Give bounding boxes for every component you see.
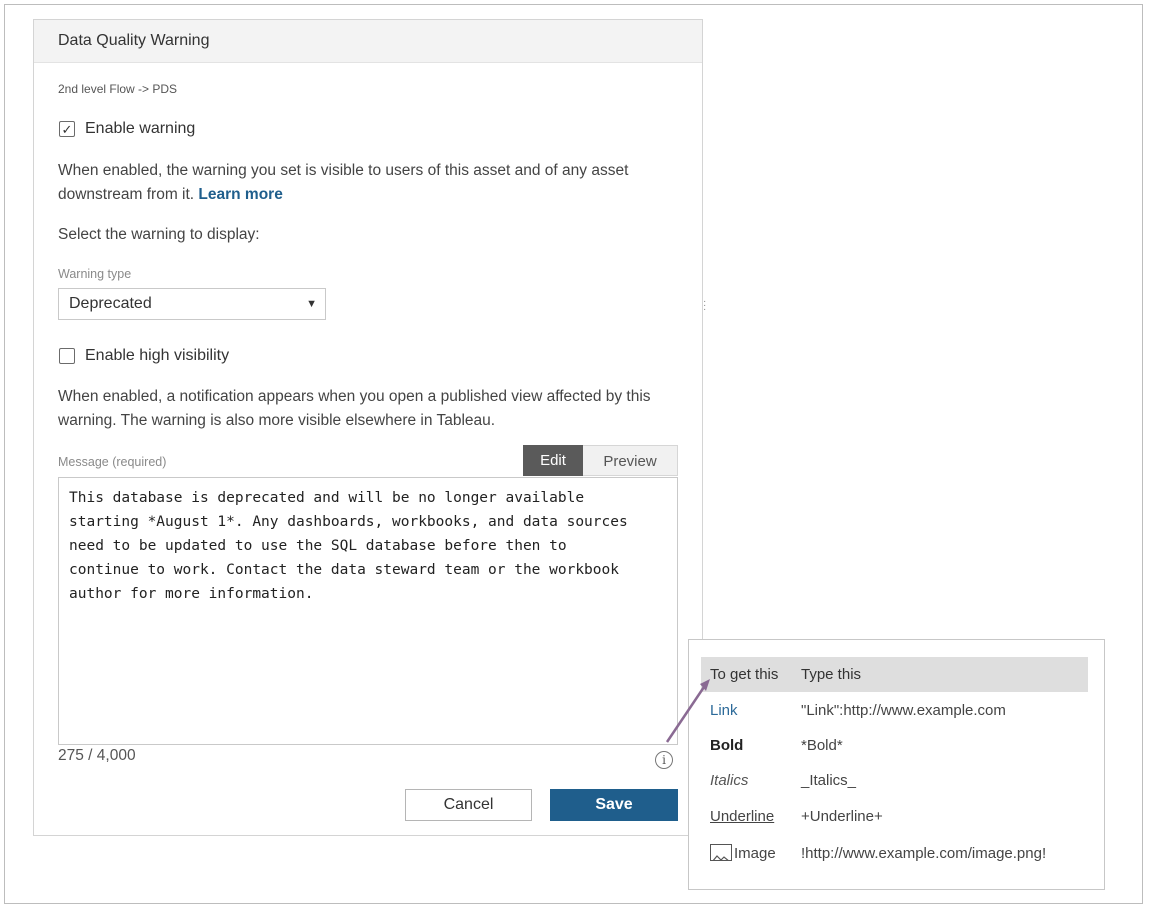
image-icon bbox=[710, 844, 732, 861]
breadcrumb: 2nd level Flow -> PDS bbox=[58, 82, 178, 96]
warning-type-label: Warning type bbox=[58, 267, 132, 281]
cancel-button[interactable]: Cancel bbox=[405, 789, 532, 821]
warning-type-select[interactable]: Deprecated ▼ bbox=[58, 288, 326, 320]
format-example-underline: Underline bbox=[710, 808, 775, 825]
header-to-get-this: To get this bbox=[710, 666, 779, 683]
format-row-bold: Bold *Bold* bbox=[701, 731, 1088, 761]
format-syntax-image: !http://www.example.com/image.png! bbox=[801, 845, 1047, 862]
format-row-link: Link "Link":http://www.example.com bbox=[701, 696, 1088, 726]
save-button[interactable]: Save bbox=[550, 789, 678, 821]
header-type-this: Type this bbox=[801, 666, 862, 683]
format-syntax-italics: _Italics_ bbox=[801, 772, 857, 789]
warning-description-text: When enabled, the warning you set is vis… bbox=[58, 162, 629, 203]
enable-warning-label[interactable]: Enable warning bbox=[85, 120, 195, 138]
checkmark-icon: ✓ bbox=[61, 121, 73, 137]
message-label: Message (required) bbox=[58, 455, 167, 469]
dialog-title: Data Quality Warning bbox=[34, 20, 702, 63]
data-quality-warning-dialog: Data Quality Warning 2nd level Flow -> P… bbox=[33, 19, 703, 836]
format-row-italics: Italics _Italics_ bbox=[701, 766, 1088, 796]
message-textarea[interactable]: This database is deprecated and will be … bbox=[58, 477, 678, 745]
high-visibility-label[interactable]: Enable high visibility bbox=[85, 347, 229, 365]
format-syntax-bold: *Bold* bbox=[801, 737, 843, 754]
format-example-bold: Bold bbox=[710, 737, 744, 754]
resize-handle-icon[interactable]: · · · bbox=[703, 297, 706, 315]
tab-preview[interactable]: Preview bbox=[583, 445, 678, 476]
select-warning-prompt: Select the warning to display: bbox=[58, 226, 260, 243]
warning-description: When enabled, the warning you set is vis… bbox=[58, 159, 678, 207]
format-row-underline: Underline +Underline+ bbox=[701, 802, 1088, 832]
high-visibility-checkbox[interactable] bbox=[59, 348, 75, 364]
format-example-image: Image bbox=[710, 839, 776, 869]
format-row-image: Image !http://www.example.com/image.png! bbox=[701, 839, 1088, 869]
character-count: 275 / 4,000 bbox=[58, 747, 136, 764]
info-icon[interactable]: i bbox=[655, 751, 673, 769]
enable-warning-checkbox[interactable]: ✓ bbox=[59, 121, 75, 137]
format-syntax-underline: +Underline+ bbox=[801, 808, 883, 825]
chevron-down-icon: ▼ bbox=[306, 298, 317, 310]
format-syntax-link: "Link":http://www.example.com bbox=[801, 702, 1006, 719]
warning-type-value: Deprecated bbox=[69, 295, 152, 312]
formatting-help-popup: To get this Type this Link "Link":http:/… bbox=[688, 639, 1105, 890]
format-example-italics: Italics bbox=[710, 772, 749, 789]
format-example-link: Link bbox=[710, 702, 738, 719]
formatting-help-header: To get this Type this bbox=[701, 657, 1088, 692]
high-visibility-description: When enabled, a notification appears whe… bbox=[58, 388, 651, 429]
tab-edit[interactable]: Edit bbox=[523, 445, 583, 476]
learn-more-link[interactable]: Learn more bbox=[198, 186, 282, 203]
format-example-image-label: Image bbox=[734, 845, 776, 862]
